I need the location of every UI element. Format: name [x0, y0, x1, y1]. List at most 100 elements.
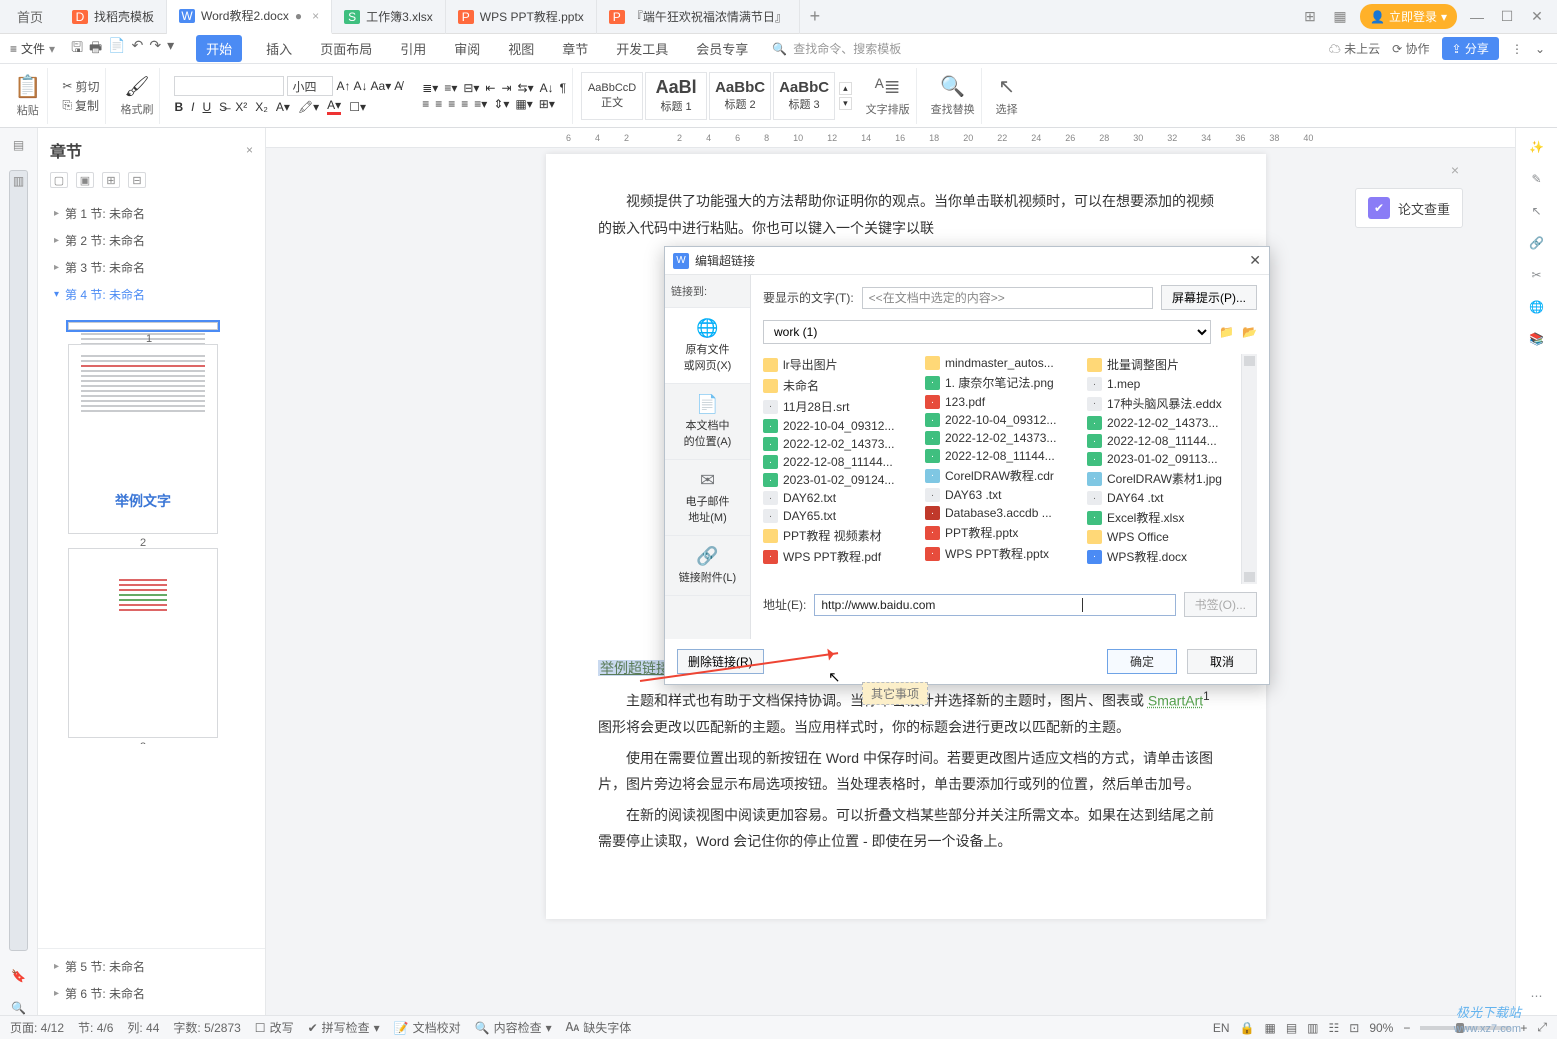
file-item[interactable]: ·WPS PPT教程.pdf: [763, 546, 917, 567]
file-scrollbar[interactable]: [1241, 354, 1257, 584]
file-item[interactable]: ·2022-10-04_09312...: [925, 411, 1079, 429]
section-item-active[interactable]: 第 4 节: 未命名: [46, 281, 257, 308]
nav-tool-1[interactable]: ▢: [50, 172, 68, 188]
login-button[interactable]: 👤立即登录▾: [1360, 4, 1457, 29]
nav-tool-4[interactable]: ⊟: [128, 172, 146, 188]
file-item[interactable]: ·2023-01-02_09113...: [1087, 450, 1241, 468]
nav-tool-2[interactable]: ▣: [76, 172, 94, 188]
align-distribute-icon[interactable]: ≡▾: [474, 97, 487, 111]
style-scroll-up[interactable]: ▴: [839, 82, 852, 95]
undo-icon[interactable]: ↶: [132, 37, 144, 61]
file-item[interactable]: ·DAY63 .txt: [925, 486, 1079, 504]
file-item[interactable]: ·CorelDRAW素材1.jpg: [1087, 468, 1241, 489]
decrease-font-icon[interactable]: A↓: [354, 79, 368, 93]
ribbon-collapse-icon[interactable]: ⋮: [1511, 42, 1523, 56]
file-item[interactable]: ·DAY65.txt: [763, 507, 917, 525]
file-item[interactable]: ·DAY62.txt: [763, 489, 917, 507]
show-marks-icon[interactable]: ¶: [560, 81, 566, 95]
section-item[interactable]: 第 3 节: 未命名: [46, 254, 257, 281]
underline-button[interactable]: U: [203, 100, 212, 114]
dlg-tab-email[interactable]: ✉电子邮件地址(M): [665, 460, 750, 536]
file-browser[interactable]: lr导出图片未命名·11月28日.srt·2022-10-04_09312...…: [763, 354, 1257, 584]
paste-icon[interactable]: 📋: [14, 74, 41, 100]
file-item[interactable]: ·PPT教程.pptx: [925, 522, 1079, 543]
borders-icon[interactable]: ⊞▾: [539, 97, 555, 111]
up-folder-icon[interactable]: 📁: [1219, 325, 1234, 339]
file-item[interactable]: ·CorelDRAW教程.cdr: [925, 465, 1079, 486]
minimize-button[interactable]: —: [1467, 9, 1487, 25]
font-color-icon[interactable]: A▾: [327, 98, 341, 115]
address-input[interactable]: http://www.baidu.com: [814, 594, 1175, 616]
close-button[interactable]: ✕: [1527, 8, 1547, 25]
translate-icon[interactable]: 🌐: [1529, 300, 1544, 314]
display-text-input[interactable]: [862, 287, 1153, 309]
ribbon-tab-review[interactable]: 审阅: [450, 35, 484, 62]
section-item[interactable]: 第 5 节: 未命名: [46, 953, 257, 980]
ok-button[interactable]: 确定: [1107, 649, 1177, 674]
status-lock-icon[interactable]: 🔒: [1240, 1021, 1255, 1035]
tab-icon[interactable]: ⇆▾: [518, 81, 534, 95]
page-thumb-2[interactable]: 举例文字 2: [68, 344, 218, 534]
pen-icon[interactable]: ✎: [1531, 172, 1541, 186]
share-button[interactable]: ⇪ 分享: [1442, 37, 1499, 60]
ribbon-expand-icon[interactable]: ⌄: [1535, 42, 1545, 56]
tab-templates[interactable]: D 找稻壳模板: [60, 0, 167, 34]
style-h3[interactable]: AaBbC标题 3: [773, 72, 835, 120]
tab-ppt2[interactable]: P 『端午狂欢祝福浓情满节日』: [597, 0, 800, 34]
dlg-tab-file-web[interactable]: 🌐原有文件或网页(X): [665, 308, 750, 384]
file-item[interactable]: 批量调整图片: [1087, 354, 1241, 375]
multilevel-icon[interactable]: ⊟▾: [463, 81, 479, 95]
status-ime[interactable]: EN: [1213, 1021, 1230, 1035]
decrease-indent-icon[interactable]: ⇤: [485, 81, 495, 95]
style-h2[interactable]: AaBbC标题 2: [709, 72, 771, 120]
section-item[interactable]: 第 6 节: 未命名: [46, 980, 257, 1007]
file-item[interactable]: ·123.pdf: [925, 393, 1079, 411]
clip-icon[interactable]: ✂: [1531, 268, 1541, 282]
ribbon-tab-references[interactable]: 引用: [396, 35, 430, 62]
collab-button[interactable]: ⟳ 协作: [1392, 40, 1429, 57]
screen-tip-button[interactable]: 屏幕提示(P)...: [1161, 285, 1257, 310]
file-item[interactable]: ·17种头脑风暴法.eddx: [1087, 393, 1241, 414]
file-item[interactable]: ·Database3.accdb ...: [925, 504, 1079, 522]
apps-icon[interactable]: ▦: [1330, 8, 1350, 25]
hyperlink-example[interactable]: 举例超链接: [598, 660, 672, 676]
dialog-titlebar[interactable]: W 编辑超链接 ✕: [665, 247, 1269, 275]
save-icon[interactable]: 🖫: [71, 37, 83, 61]
text-effects-icon[interactable]: A▾: [276, 100, 290, 114]
file-item[interactable]: ·2022-12-02_14373...: [925, 429, 1079, 447]
status-chars[interactable]: 字数: 5/2873: [173, 1019, 240, 1036]
clear-format-icon[interactable]: A̸: [394, 79, 402, 93]
status-insert-mode[interactable]: ☐ 改写: [255, 1019, 294, 1036]
browse-icon[interactable]: 📂: [1242, 325, 1257, 339]
increase-font-icon[interactable]: A↑: [336, 79, 350, 93]
tab-pptx[interactable]: P WPS PPT教程.pptx: [446, 0, 597, 34]
panel-close-icon[interactable]: ×: [1451, 162, 1459, 178]
bookmark-icon[interactable]: 🔖: [11, 969, 26, 983]
ribbon-tab-member[interactable]: 会员专享: [692, 35, 752, 62]
select-tool-icon[interactable]: ↖: [1531, 204, 1541, 218]
format-brush-icon[interactable]: 🖌: [124, 74, 149, 99]
horizontal-ruler[interactable]: 642246810121416182022242628303234363840: [266, 128, 1515, 148]
numbering-icon[interactable]: ≡▾: [444, 81, 457, 95]
plagiarism-card[interactable]: ✔ 论文查重: [1355, 188, 1463, 228]
file-item[interactable]: mindmaster_autos...: [925, 354, 1079, 372]
status-content-check[interactable]: 🔍 内容检查 ▾: [475, 1019, 552, 1036]
ribbon-search[interactable]: 🔍 查找命令、搜索模板: [772, 40, 901, 57]
home-tab[interactable]: 首页: [0, 0, 60, 34]
zoom-fit-icon[interactable]: ⊡: [1349, 1021, 1359, 1035]
more-tools-icon[interactable]: ⋯: [1531, 989, 1543, 1003]
print-icon[interactable]: 🖶: [89, 37, 102, 61]
text-layout-group[interactable]: ᴬ≣文字排版: [860, 68, 917, 124]
file-item[interactable]: ·WPS PPT教程.pptx: [925, 543, 1079, 564]
para-shading-icon[interactable]: ▦▾: [515, 97, 532, 111]
file-item[interactable]: ·WPS教程.docx: [1087, 546, 1241, 567]
copy-button[interactable]: ⎘ 复制: [62, 97, 99, 114]
align-right-icon[interactable]: ≡: [448, 97, 455, 111]
style-scroll-down[interactable]: ▾: [839, 97, 852, 110]
chapters-icon[interactable]: ▥: [9, 170, 28, 951]
dialog-close-icon[interactable]: ✕: [1249, 252, 1261, 269]
file-item[interactable]: ·2022-12-08_11144...: [1087, 432, 1241, 450]
status-spellcheck[interactable]: ✔ 拼写检查 ▾: [308, 1019, 380, 1036]
file-item[interactable]: PPT教程 视频素材: [763, 525, 917, 546]
cut-button[interactable]: ✂ 剪切: [62, 78, 99, 95]
